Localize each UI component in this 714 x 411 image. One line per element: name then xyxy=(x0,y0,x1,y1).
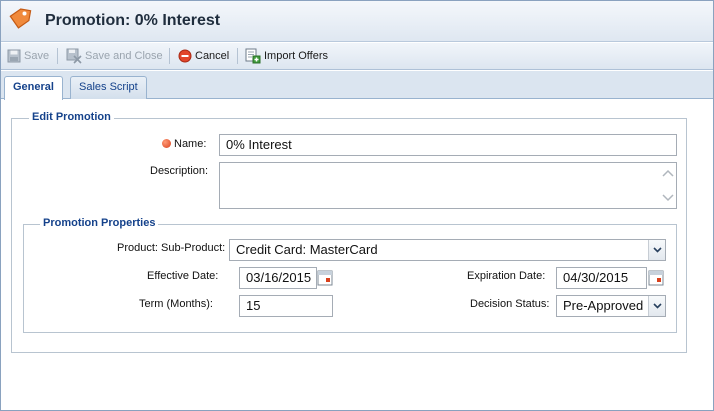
term-label: Term (Months): xyxy=(139,298,213,310)
calendar-icon[interactable] xyxy=(648,269,664,287)
toolbar-separator xyxy=(169,48,170,64)
decision-status-dropdown-button[interactable] xyxy=(648,296,665,316)
name-label-text: Name: xyxy=(174,138,207,150)
name-input[interactable]: 0% Interest xyxy=(219,134,677,156)
promotion-properties-legend: Promotion Properties xyxy=(40,217,159,229)
scroll-down-icon[interactable] xyxy=(662,193,674,203)
save-and-close-label: Save and Close xyxy=(85,50,163,62)
description-textarea[interactable] xyxy=(219,162,677,209)
import-icon xyxy=(245,48,261,64)
expiration-date-label: Expiration Date: xyxy=(467,270,546,282)
product-select-value: Credit Card: MasterCard xyxy=(236,242,378,257)
import-offers-button[interactable]: Import Offers xyxy=(245,47,328,65)
page-title: Promotion: 0% Interest xyxy=(45,12,221,29)
save-button-label: Save xyxy=(24,50,50,62)
calendar-icon[interactable] xyxy=(317,269,333,287)
term-input[interactable]: 15 xyxy=(239,295,333,317)
decision-status-label: Decision Status: xyxy=(470,298,550,310)
chevron-down-icon xyxy=(652,303,662,309)
toolbar: Save Save and Close Cancel Import Offers xyxy=(1,43,713,70)
import-offers-label: Import Offers xyxy=(264,50,328,62)
product-label: Product: Sub-Product: xyxy=(117,242,226,254)
cancel-icon xyxy=(178,49,192,63)
toolbar-separator xyxy=(57,48,58,64)
promotion-properties-fieldset: Promotion Properties Product: Sub-Produc… xyxy=(23,217,677,333)
tab-strip: General Sales Script xyxy=(1,71,713,100)
price-tag-icon xyxy=(9,8,32,29)
save-close-icon xyxy=(66,48,82,64)
required-indicator-icon xyxy=(162,139,171,148)
toolbar-separator xyxy=(237,48,238,64)
effective-date-input[interactable]: 03/16/2015 xyxy=(239,267,317,289)
product-dropdown-button[interactable] xyxy=(648,240,665,260)
effective-date-label: Effective Date: xyxy=(147,270,219,282)
save-and-close-button[interactable]: Save and Close xyxy=(66,47,163,65)
title-bar: Promotion: 0% Interest xyxy=(1,1,713,42)
cancel-button[interactable]: Cancel xyxy=(178,47,229,65)
save-button[interactable]: Save xyxy=(7,47,49,65)
promotion-window: Promotion: 0% Interest Save Save and Clo… xyxy=(0,0,714,411)
decision-status-value: Pre-Approved xyxy=(563,298,644,313)
expiration-date-input[interactable]: 04/30/2015 xyxy=(556,267,647,289)
tab-sales-script[interactable]: Sales Script xyxy=(70,76,147,99)
scroll-up-icon[interactable] xyxy=(662,168,674,178)
edit-promotion-legend: Edit Promotion xyxy=(29,111,114,123)
decision-status-select[interactable]: Pre-Approved xyxy=(556,295,666,317)
edit-promotion-fieldset: Edit Promotion Name: 0% Interest Descrip… xyxy=(11,111,687,353)
cancel-button-label: Cancel xyxy=(195,50,230,62)
chevron-down-icon xyxy=(652,247,662,253)
description-label: Description: xyxy=(150,165,209,177)
save-icon xyxy=(7,49,21,63)
name-label: Name: xyxy=(162,138,206,150)
product-select[interactable]: Credit Card: MasterCard xyxy=(229,239,666,261)
tab-general[interactable]: General xyxy=(4,76,63,100)
